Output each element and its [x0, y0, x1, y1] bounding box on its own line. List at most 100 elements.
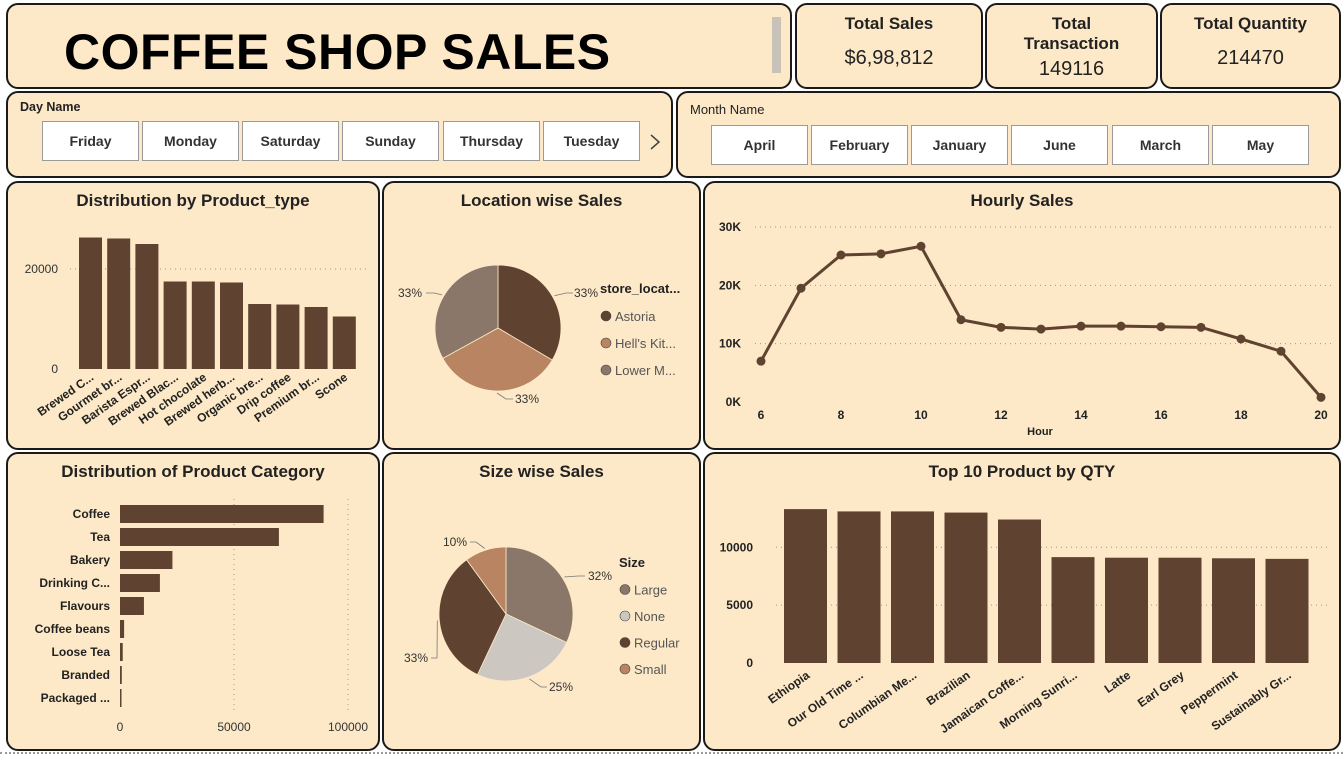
month-option-march[interactable]: March	[1112, 125, 1209, 165]
y-tick-label: Drinking C...	[39, 576, 110, 590]
leader-line	[564, 575, 585, 578]
bar-gourmet-br	[107, 238, 131, 369]
y-tick-label: Packaged ...	[41, 691, 110, 705]
bar-coffee-beans	[120, 620, 125, 638]
kpi-title-total-quantity: Total Quantity	[1193, 14, 1307, 33]
kpi-value-total-sales: $6,98,812	[844, 47, 934, 69]
kpi-title-total-transaction: Total Transaction	[1023, 14, 1120, 53]
legend-marker-lower-m	[600, 364, 612, 376]
pie-pct-label: 25%	[549, 680, 573, 694]
legend-label: Large	[634, 583, 667, 598]
legend-title: Size	[619, 555, 645, 570]
x-tick-label: 10	[914, 408, 928, 422]
x-tick-label: Brazilian	[924, 668, 973, 708]
legend-marker-astoria	[600, 310, 612, 322]
x-tick-label: 8	[838, 408, 845, 422]
data-point-hour-18	[1236, 334, 1246, 344]
x-tick-label: 16	[1154, 408, 1168, 422]
bar-loose-tea	[120, 643, 123, 661]
month-slicer: Month Name April February January June M…	[676, 91, 1341, 178]
x-tick-label: 18	[1234, 408, 1248, 422]
x-tick-label: Ethiopia	[765, 668, 812, 707]
y-tick-label: Coffee	[73, 507, 111, 521]
bar-flavours	[120, 597, 144, 615]
x-tick-label: 20	[1314, 408, 1328, 422]
month-option-april[interactable]: April	[711, 125, 808, 165]
bar-bakery	[120, 551, 173, 569]
bar-jamaican-coffe	[998, 519, 1041, 663]
bar-tea	[120, 528, 279, 546]
month-option-may[interactable]: May	[1212, 125, 1309, 165]
data-point-hour-10	[916, 241, 926, 251]
x-tick-label: Latte	[1102, 668, 1134, 696]
x-tick-label: Earl Grey	[1135, 668, 1187, 710]
month-option-june[interactable]: June	[1011, 125, 1108, 165]
bar-ethiopia	[784, 509, 827, 663]
legend-marker-small	[619, 663, 631, 675]
x-tick-label: 50000	[217, 720, 251, 734]
bar-drip-coffee	[276, 304, 300, 369]
month-option-january[interactable]: January	[911, 125, 1008, 165]
data-point-hour-9	[876, 249, 886, 259]
day-option-friday[interactable]: Friday	[42, 121, 139, 161]
bar-brewed-blac	[163, 281, 187, 369]
category-card: Distribution of Product Category Coffee T…	[6, 452, 380, 751]
y-tick-label: Flavours	[60, 599, 110, 613]
y-tick-label: 20K	[719, 278, 741, 292]
y-tick-label: 0K	[726, 395, 742, 409]
legend-label: Regular	[634, 636, 680, 651]
legend-label: Lower M...	[615, 363, 676, 378]
legend-marker-hell-s-kit	[600, 337, 612, 349]
y-tick-label: Coffee beans	[35, 622, 111, 636]
y-tick-label: 10K	[719, 337, 741, 351]
bar-columbian-me	[891, 511, 934, 663]
data-point-hour-11	[956, 315, 966, 325]
y-tick-label: Loose Tea	[52, 645, 111, 659]
day-option-saturday[interactable]: Saturday	[242, 121, 339, 161]
data-point-hour-15	[1116, 321, 1126, 331]
leader-line	[426, 292, 443, 296]
y-tick-label: 20000	[25, 262, 59, 276]
x-tick-label: 14	[1074, 408, 1088, 422]
legend-label: Hell's Kit...	[615, 336, 676, 351]
top10-chart: 0500010000EthiopiaOur Old Time ...Columb…	[720, 509, 1329, 736]
pie-pct-label: 10%	[443, 535, 467, 549]
y-tick-label: 5000	[726, 598, 753, 612]
pie-pct-label: 33%	[398, 286, 422, 300]
pie-pct-label: 33%	[574, 286, 598, 300]
day-option-sunday[interactable]: Sunday	[342, 121, 439, 161]
y-tick-label: 0	[746, 656, 753, 670]
data-point-hour-8	[836, 250, 846, 260]
data-point-hour-17	[1196, 322, 1206, 332]
x-tick-label: 6	[758, 408, 765, 422]
bar-coffee	[120, 505, 324, 523]
data-point-hour-6	[756, 356, 766, 366]
location-card: Location wise Sales 33% 33% 33% store_locat…	[382, 181, 701, 450]
legend-label: Small	[634, 662, 667, 677]
leader-line	[496, 392, 513, 400]
hourly-sales-line	[759, 244, 1323, 399]
product-type-chart: 020000Brewed C...Gourmet br...Barista Es…	[25, 237, 370, 429]
bar-sustainably-gr	[1265, 558, 1309, 663]
title-scrollbar[interactable]	[772, 17, 781, 73]
day-option-monday[interactable]: Monday	[142, 121, 239, 161]
legend-marker-regular	[619, 637, 631, 648]
day-slicer: Day Name Friday Monday Saturday Sunday T…	[6, 91, 673, 178]
day-option-tuesday[interactable]: Tuesday	[543, 121, 640, 161]
bar-brewed-c	[79, 237, 102, 369]
chevron-right-icon[interactable]	[648, 133, 662, 151]
hourly-card: Hourly Sales 0K 10K 20K 30K 6 8 10 12 14 16 18 20 Ho…	[703, 181, 1341, 450]
kpi-card-total-quantity: Total Quantity 214470	[1160, 3, 1341, 89]
bar-packaged	[120, 689, 122, 707]
legend-label: Astoria	[615, 309, 656, 324]
bar-morning-sunri	[1051, 557, 1095, 663]
data-point-hour-16	[1156, 322, 1166, 332]
data-point-hour-19	[1276, 346, 1286, 356]
x-tick-label: 0	[117, 720, 124, 734]
month-option-february[interactable]: February	[811, 125, 908, 165]
bar-peppermint	[1212, 558, 1255, 663]
day-option-thursday[interactable]: Thursday	[443, 121, 540, 161]
month-slicer-label: Month Name	[690, 102, 765, 117]
size-card: Size wise Sales 32% 25% 33% 10% Size Large Non…	[382, 452, 701, 751]
legend-marker-large	[619, 584, 631, 595]
